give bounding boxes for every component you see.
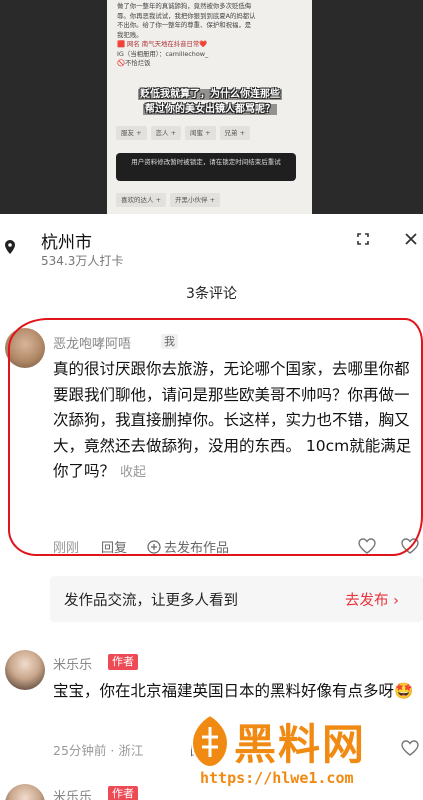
profile-bio: 做了你一整年的真诚舔狗，竟然被你多次贬低侮 辱。你再恶我试试，我把你狠到到底夏A…: [117, 2, 307, 69]
author-badge: 作者: [108, 654, 138, 670]
like-icon[interactable]: [358, 538, 376, 554]
comment-author[interactable]: 米乐乐: [53, 654, 92, 673]
relation-tag: 闺蜜 +: [185, 126, 216, 140]
relation-tag: 兄弟 +: [219, 126, 251, 140]
bio-line: 辱。你再恶我试试，我把你狠到到底夏A的妈都认: [117, 11, 256, 20]
watermark-title: 黑料网: [234, 720, 367, 769]
avatar[interactable]: [5, 784, 45, 800]
bio-line: 我犯贱。: [117, 30, 143, 39]
comment-text: 真的很讨厌跟你去旅游，无论哪个国家，去哪里你都要跟我们聊他，请问是那些欧美哥不帅…: [53, 357, 413, 486]
avatar[interactable]: [5, 650, 45, 690]
location-title[interactable]: 杭州市: [41, 228, 92, 253]
bio-line: 做了你一整年的真诚舔狗，竟然被你多次贬低侮: [117, 2, 252, 10]
location-checkin-count: 534.3万人打卡: [41, 254, 124, 268]
watermark: 黑料网 https://hlwe1.com: [190, 705, 423, 800]
relation-tags-row: 喜欢的达人 + 开黑小伙伴 +: [116, 193, 306, 207]
bio-line: 🟥 网名 南气天地在抖音日常❤️: [117, 40, 208, 48]
expand-icon[interactable]: [356, 232, 370, 246]
embedded-profile-screenshot: 做了你一整年的真诚舔狗，竟然被你多次贬低侮 辱。你再恶我试试，我把你狠到到底夏A…: [0, 0, 423, 214]
author-badge: 作者: [108, 786, 138, 800]
watermark-url: https://hlwe1.com: [200, 769, 354, 787]
self-badge: 我: [161, 334, 178, 349]
plus-circle-icon: [147, 539, 161, 554]
comment-author[interactable]: 米乐乐: [53, 786, 92, 800]
comment-time: 刚刚: [53, 541, 80, 556]
reply-button[interactable]: 回复: [101, 537, 127, 556]
bio-line: 🚫不恰烂饭: [117, 59, 151, 67]
comment-meta: 刚刚 回复 去发布作品: [53, 537, 229, 556]
avatar[interactable]: [5, 328, 45, 368]
location-pin-icon: [5, 240, 15, 254]
comment-body: 真的很讨厌跟你去旅游，无论哪个国家，去哪里你都要跟我们聊他，请问是那些欧美哥不帅…: [53, 360, 412, 480]
dislike-icon[interactable]: [401, 538, 419, 554]
comments-count-title: 3条评论: [186, 286, 237, 302]
caption-line: 贬低我就算了，为什么你连那些: [138, 89, 282, 100]
comment-meta: 25分钟前 · 浙江: [53, 743, 144, 758]
screenshot-caption: 贬低我就算了，为什么你连那些 帮过你的美女出镜人都骂呢？: [120, 87, 300, 117]
relation-tag: 恋人 +: [150, 126, 182, 140]
post-work-label: 去发布作品: [164, 541, 230, 556]
relation-tag: 服友 +: [116, 126, 147, 140]
post-promo-bar[interactable]: 发作品交流，让更多人看到 去发布 ›: [50, 576, 423, 622]
locked-toast: 用户资料修改暂时被锁定，请在锁定时间结束后重试: [116, 153, 296, 181]
watermark-logo-icon: [190, 713, 230, 769]
caption-line: 帮过你的美女出镜人都骂呢？: [143, 104, 277, 115]
close-icon[interactable]: [404, 232, 418, 246]
relation-tag: 喜欢的达人 +: [116, 193, 167, 207]
promo-text: 发作品交流，让更多人看到: [64, 593, 238, 609]
comment-author[interactable]: 恶龙咆哮阿唔: [53, 333, 131, 352]
comment-text: 宝宝，你在北京福建英国日本的黑料好像有点多呀🤩: [53, 682, 414, 700]
collapse-link[interactable]: 收起: [120, 465, 146, 480]
post-work-button[interactable]: 去发布作品: [147, 537, 229, 556]
post-button[interactable]: 去发布 ›: [345, 589, 399, 610]
relation-tag: 开黑小伙伴 +: [170, 193, 221, 207]
relation-tags-row: 服友 + 恋人 + 闺蜜 + 兄弟 +: [116, 126, 306, 140]
bio-line: 不出你。给了你一整年的尊重、保护和祝福，是: [117, 21, 252, 29]
bio-line: IG（当相册用）：camillechow_: [117, 49, 209, 58]
